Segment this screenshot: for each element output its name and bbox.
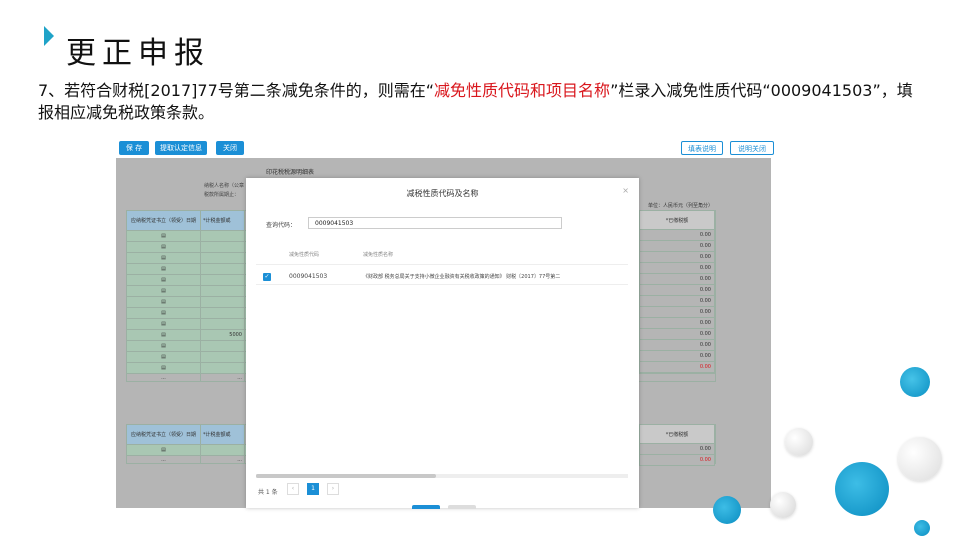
row-checkbox[interactable]: ✓ [263,273,271,281]
second-col-amount-header: *计税金额或 [200,424,245,445]
second-col-voucher-header: 应纳税凭证书立（领受）日期 [126,424,201,445]
cancel-button[interactable] [448,505,476,509]
col-name-header: 减免性质名称 [363,252,394,258]
decor-circle-icon [713,496,741,524]
query-label: 查询代码： [266,222,297,229]
second-total-paid: 0.00 [639,455,715,466]
instruction-text: 7、若符合财税[2017]77号第二条减免条件的，则需在“减免性质代码和项目名称… [38,80,918,124]
decor-circle-icon [770,492,796,518]
decor-circle-icon [914,520,930,536]
instruction-highlight: 减免性质代码和项目名称 [434,81,611,100]
unit-label: 单位：人民币元（列至角分） [647,203,713,209]
taxpayer-label: 纳税人名称（公章 [204,183,245,189]
save-button[interactable]: 保 存 [119,141,149,155]
tax-form-screenshot: 保 存 提取认定信息 关闭 填表说明 说明关闭 印花税税源明细表 纳税人名称（公… [116,138,774,509]
decor-circle-icon [785,428,813,456]
pager-prev-button[interactable]: ‹ [287,483,299,495]
close-icon[interactable]: × [622,186,629,195]
confirm-button[interactable] [412,505,440,509]
total-paid: 0.00 [639,362,715,373]
dialog-title: 减税性质代码及名称 [406,189,479,198]
decor-circle-icon [900,367,930,397]
result-code[interactable]: 0009041503 [289,273,327,280]
form-title: 印花税税源明细表 [266,169,315,176]
paid-tax-column: *已缴税额 0.00 0.00 0.00 0.00 0.00 0.00 0.00… [639,210,715,373]
decor-circle-icon [898,437,942,481]
title-marker-icon [44,26,54,46]
pager-total: 共 1 条 [258,489,278,496]
col-paid-header: *已缴税额 [639,210,715,230]
col-amount-header: *计税金额或 [200,210,245,231]
form-overlay: 印花税税源明细表 纳税人名称（公章 税款所属期止： 单位：人民币元（列至角分） … [116,158,771,509]
period-label: 税款所属期止： [204,192,240,198]
pager-next-button[interactable]: › [327,483,339,495]
col-voucher-header: 应纳税凭证书立（领受）日期 [126,210,201,231]
scrollbar-thumb[interactable] [256,474,436,478]
result-name[interactable]: 《财政部 税务总局关于支持小微企业融资有关税收政策的通知》 财税〔2017〕77… [363,273,628,280]
fill-help-button[interactable]: 填表说明 [681,141,723,155]
divider [256,284,628,285]
fetch-certification-button[interactable]: 提取认定信息 [155,141,207,155]
tax-relief-code-dialog: 减税性质代码及名称 × 查询代码： 减免性质代码 减免性质名称 ✓ 000904… [246,178,639,509]
close-help-button[interactable]: 说明关闭 [730,141,774,155]
query-code-input[interactable] [308,217,562,229]
close-button[interactable]: 关闭 [216,141,244,155]
form-toolbar: 保 存 提取认定信息 关闭 填表说明 说明关闭 [116,138,774,158]
amount-value: 5000 [200,329,245,341]
horizontal-scrollbar[interactable] [256,474,628,478]
second-paid-column: *已缴税额 0.00 0.00 [639,424,715,466]
col-code-header: 减免性质代码 [289,252,320,258]
divider [256,264,628,265]
instruction-prefix: 7、若符合财税[2017]77号第二条减免条件的，则需在“ [38,81,435,100]
second-col-paid-header: *已缴税额 [639,424,715,444]
decor-circle-icon [835,462,889,516]
slide-title: 更正申报 [66,36,210,71]
pager-page-1[interactable]: 1 [307,483,319,495]
